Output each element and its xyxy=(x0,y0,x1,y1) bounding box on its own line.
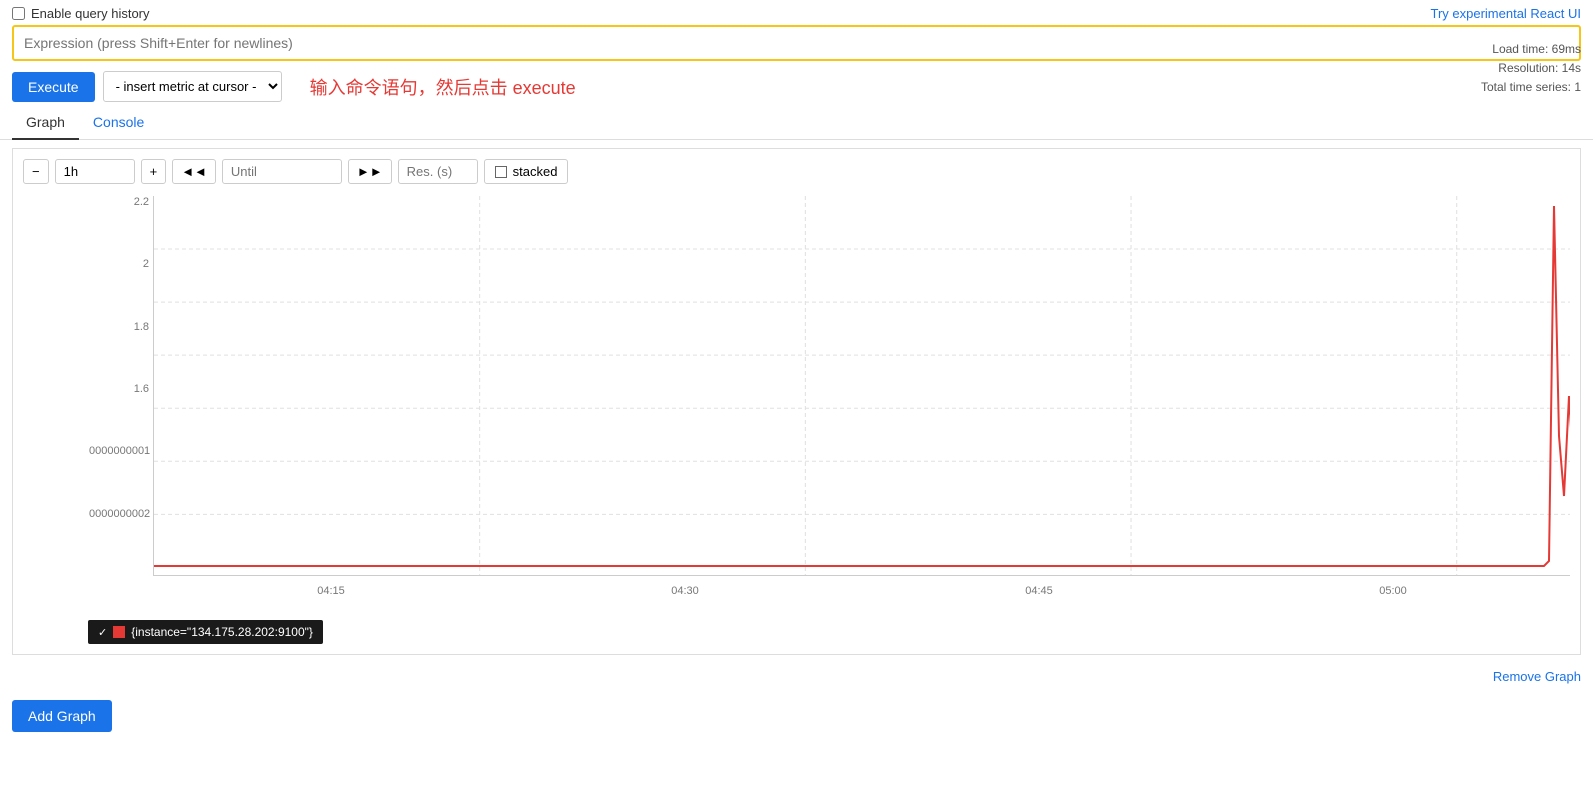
zoom-in-button[interactable]: + xyxy=(141,159,167,184)
instruction-text: 输入命令语句，然后点击 execute xyxy=(310,74,576,100)
time-range-input[interactable] xyxy=(55,159,135,184)
x-label-2: 04:30 xyxy=(671,585,699,597)
tab-graph[interactable]: Graph xyxy=(12,106,79,140)
remove-graph-link[interactable]: Remove Graph xyxy=(1493,669,1581,684)
tabs: Graph Console xyxy=(0,106,1593,140)
y-axis: 2.2 2 1.8 1.6 0000000001 0000000002 xyxy=(89,196,149,575)
y-label-5: 0000000001 xyxy=(89,445,149,457)
total-series: Total time series: 1 xyxy=(1481,78,1581,97)
legend-color-swatch xyxy=(113,626,125,638)
y-label-2: 2 xyxy=(89,258,149,270)
try-react-link[interactable]: Try experimental React UI xyxy=(1430,6,1581,21)
legend-area: ✓ {instance="134.175.28.202:9100"} xyxy=(88,612,1570,644)
zoom-out-button[interactable]: − xyxy=(23,159,49,184)
footer-bar: Add Graph xyxy=(0,690,1593,742)
chart-area: 2.2 2 1.8 1.6 0000000001 0000000002 04:1… xyxy=(153,196,1570,576)
x-label-3: 04:45 xyxy=(1025,585,1053,597)
expression-bar xyxy=(0,25,1593,67)
y-label-3: 1.8 xyxy=(89,321,149,333)
x-axis: 04:15 04:30 04:45 05:00 xyxy=(154,585,1570,597)
stacked-label: stacked xyxy=(513,164,558,179)
legend-item[interactable]: ✓ {instance="134.175.28.202:9100"} xyxy=(88,620,323,644)
graph-container: − + ◄◄ ►► stacked xyxy=(12,148,1581,655)
x-label-4: 05:00 xyxy=(1379,585,1407,597)
expression-input[interactable] xyxy=(12,25,1581,61)
y-label-1: 2.2 xyxy=(89,196,149,208)
back-button[interactable]: ◄◄ xyxy=(172,159,216,184)
resolution-input[interactable] xyxy=(398,159,478,184)
metric-selector[interactable]: - insert metric at cursor - xyxy=(103,71,282,102)
enable-history-label[interactable]: Enable query history xyxy=(12,6,150,21)
legend-checkmark: ✓ xyxy=(98,626,107,639)
enable-history-checkbox[interactable] xyxy=(12,7,25,20)
y-label-6: 0000000002 xyxy=(89,508,149,520)
x-label-1: 04:15 xyxy=(317,585,345,597)
action-bar: Execute - insert metric at cursor - 输入命令… xyxy=(0,67,1593,106)
stacked-button[interactable]: stacked xyxy=(484,159,569,184)
forward-button[interactable]: ►► xyxy=(348,159,392,184)
graph-controls: − + ◄◄ ►► stacked xyxy=(23,159,1570,184)
legend-series-label: {instance="134.175.28.202:9100"} xyxy=(131,625,313,639)
add-graph-button[interactable]: Add Graph xyxy=(12,700,112,732)
y-label-4: 1.6 xyxy=(89,383,149,395)
chart-svg xyxy=(154,196,1570,575)
load-time: Load time: 69ms xyxy=(1481,40,1581,59)
resolution: Resolution: 14s xyxy=(1481,59,1581,78)
execute-button[interactable]: Execute xyxy=(12,72,95,102)
stacked-checkbox-icon xyxy=(495,166,507,178)
until-input[interactable] xyxy=(222,159,342,184)
bottom-actions: Remove Graph xyxy=(0,663,1593,690)
stats-panel: Load time: 69ms Resolution: 14s Total ti… xyxy=(1481,40,1581,98)
tab-console[interactable]: Console xyxy=(79,106,158,140)
top-bar: Enable query history Try experimental Re… xyxy=(0,0,1593,25)
